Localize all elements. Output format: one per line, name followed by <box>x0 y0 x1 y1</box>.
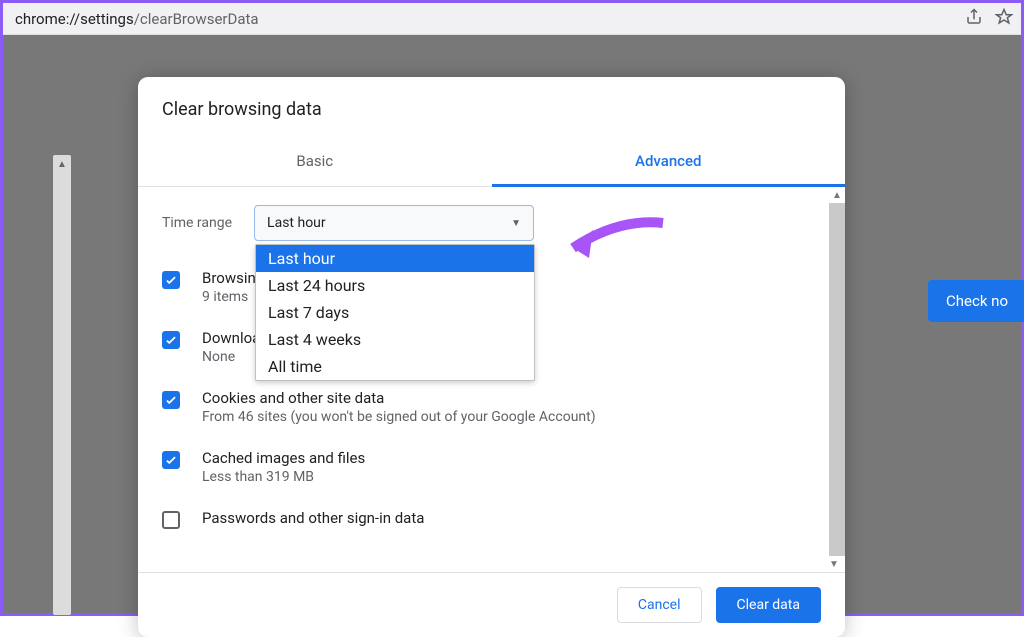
page-scrollbar[interactable] <box>53 155 71 615</box>
dialog-title: Clear browsing data <box>138 77 845 138</box>
item-subtitle: 9 items <box>202 289 256 305</box>
checkbox-cookies[interactable] <box>162 391 180 409</box>
time-range-dropdown: Last hour Last 24 hours Last 7 days Last… <box>255 244 535 381</box>
scroll-up-icon[interactable] <box>53 155 71 173</box>
option-all-time[interactable]: All time <box>256 353 534 380</box>
tabs: Basic Advanced <box>138 138 845 187</box>
option-last-4-weeks[interactable]: Last 4 weeks <box>256 326 534 353</box>
item-subtitle: From 46 sites (you won't be signed out o… <box>202 409 596 425</box>
url-text: chrome://settings/clearBrowserData <box>11 10 259 28</box>
scroll-up-icon[interactable]: ▲ <box>829 187 845 203</box>
dialog-body: ▲ ▼ Time range Last hour ▼ Last hour Las… <box>138 187 845 572</box>
item-title: Browsin <box>202 269 256 287</box>
item-title: Cached images and files <box>202 449 365 467</box>
chevron-down-icon: ▼ <box>511 218 521 229</box>
item-title: Cookies and other site data <box>202 389 596 407</box>
tab-advanced[interactable]: Advanced <box>492 138 846 186</box>
item-title: Passwords and other sign-in data <box>202 509 424 527</box>
clear-data-button[interactable]: Clear data <box>716 587 821 623</box>
option-last-24-hours[interactable]: Last 24 hours <box>256 272 534 299</box>
time-range-label: Time range <box>162 215 232 231</box>
annotation-arrow-icon <box>558 213 668 277</box>
option-last-hour[interactable]: Last hour <box>256 245 534 272</box>
item-cached: Cached images and files Less than 319 MB <box>162 449 821 485</box>
option-last-7-days[interactable]: Last 7 days <box>256 299 534 326</box>
checkbox-cached[interactable] <box>162 451 180 469</box>
dialog-footer: Cancel Clear data <box>138 572 845 637</box>
address-bar[interactable]: chrome://settings/clearBrowserData <box>3 3 1021 35</box>
time-range-select[interactable]: Last hour ▼ Last hour Last 24 hours Last… <box>254 205 534 241</box>
check-now-button[interactable]: Check no <box>928 280 1024 322</box>
checkbox-browsing-history[interactable] <box>162 271 180 289</box>
cancel-button[interactable]: Cancel <box>617 587 702 623</box>
item-cookies: Cookies and other site data From 46 site… <box>162 389 821 425</box>
dialog-scrollbar[interactable]: ▲ ▼ <box>829 187 845 572</box>
page-background: Check no Clear browsing data Basic Advan… <box>3 35 1021 613</box>
share-icon[interactable] <box>965 8 983 30</box>
clear-data-dialog: Clear browsing data Basic Advanced ▲ ▼ T… <box>138 77 845 637</box>
item-passwords: Passwords and other sign-in data <box>162 509 821 529</box>
scroll-track[interactable] <box>829 203 845 556</box>
checkbox-passwords[interactable] <box>162 511 180 529</box>
scroll-down-icon[interactable]: ▼ <box>829 556 839 572</box>
item-subtitle: Less than 319 MB <box>202 469 365 485</box>
tab-basic[interactable]: Basic <box>138 138 492 186</box>
star-icon[interactable] <box>995 8 1013 30</box>
checkbox-download-history[interactable] <box>162 331 180 349</box>
time-range-value: Last hour <box>267 215 326 231</box>
